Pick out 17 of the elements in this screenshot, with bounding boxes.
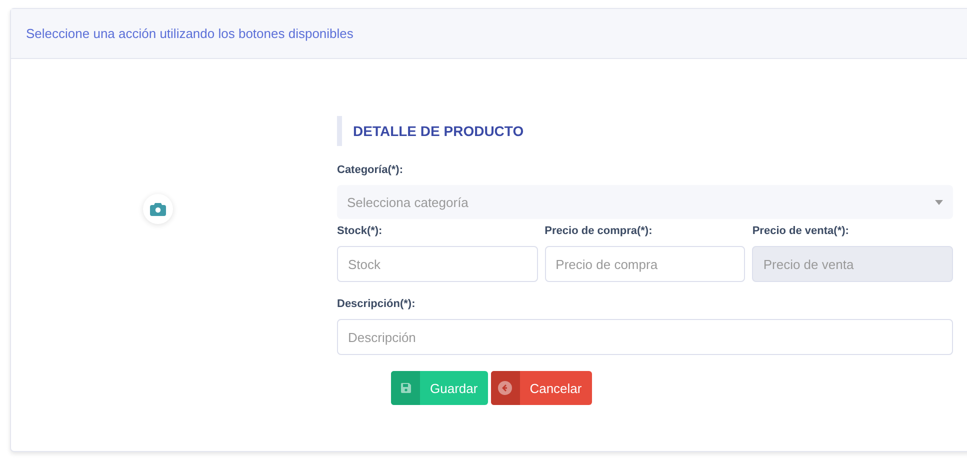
field-label: Stock(*): xyxy=(337,225,384,237)
field-label: Categoría(*): xyxy=(337,164,404,176)
caret-icon xyxy=(935,200,943,204)
field-label: Descripción(*): xyxy=(337,298,416,310)
field-label: Precio de venta(*): xyxy=(752,225,850,237)
input-field[interactable]: Descripción xyxy=(337,319,953,355)
cancel-button[interactable]: Cancelar xyxy=(490,371,592,405)
category-select[interactable]: Selecciona categoría xyxy=(337,185,953,219)
input-field[interactable]: Stock xyxy=(337,246,538,282)
section-title: DETALLE DE PRODUCTO xyxy=(337,116,953,146)
save-button[interactable]: Guardar xyxy=(391,371,488,405)
header-text: Seleccione una acción utilizando los botones disponibles xyxy=(26,26,354,41)
camera-button[interactable] xyxy=(143,194,173,224)
floppy-icon xyxy=(400,383,410,393)
field-label: Precio de compra(*): xyxy=(544,225,654,237)
camera-icon xyxy=(150,202,166,216)
input-field[interactable]: Precio de compra xyxy=(544,246,746,282)
